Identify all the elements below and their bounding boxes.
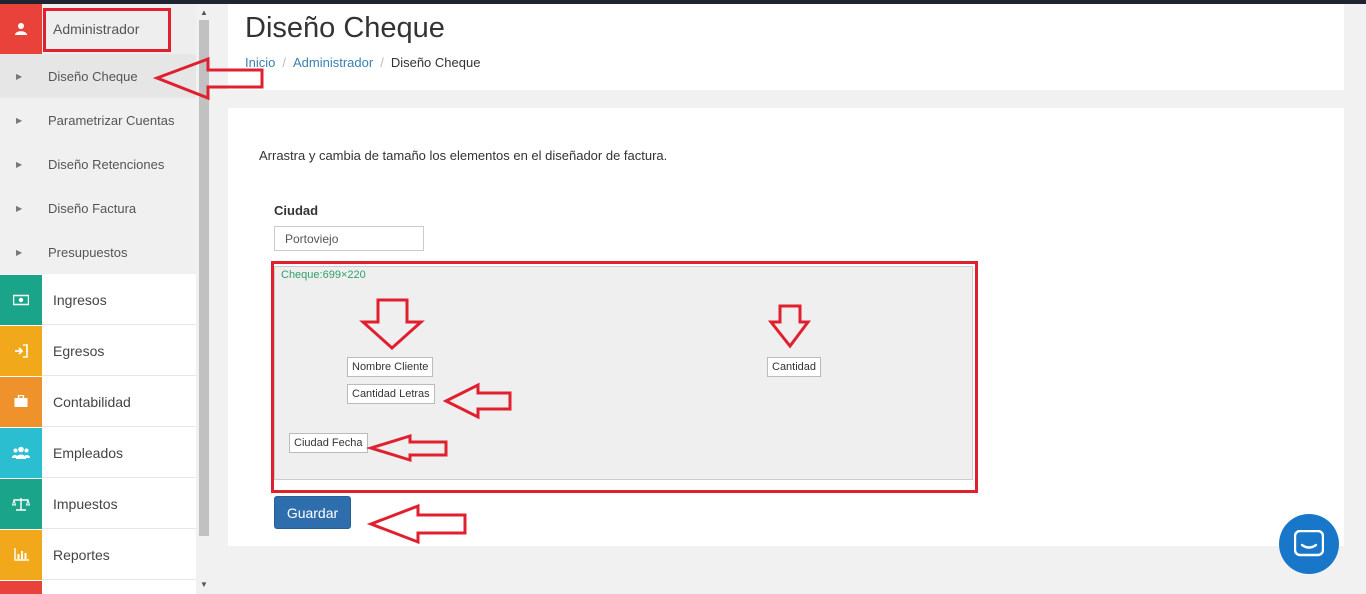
breadcrumb-separator: / — [282, 55, 286, 70]
annotation-box-designer — [271, 261, 978, 493]
briefcase-icon — [0, 376, 42, 427]
breadcrumb: Inicio / Administrador / Diseño Cheque — [245, 55, 480, 70]
sidebar-subitem-diseno-retenciones[interactable]: ▶ Diseño Retenciones — [0, 142, 196, 186]
save-button[interactable]: Guardar — [274, 496, 351, 529]
money-icon — [0, 274, 42, 325]
scroll-up-icon[interactable]: ▲ — [198, 8, 210, 18]
chat-launcher-button[interactable] — [1279, 514, 1339, 574]
ciudad-input[interactable] — [274, 226, 424, 251]
user-icon — [0, 4, 42, 54]
sidebar-item-label: Contabilidad — [53, 393, 131, 410]
sidebar-item-partial[interactable] — [0, 581, 196, 594]
sidebar-subitem-label: Diseño Cheque — [48, 68, 138, 84]
page-header: Diseño Cheque Inicio / Administrador / D… — [228, 4, 1344, 90]
sidebar-item-label: Impuestos — [53, 495, 118, 512]
sidebar-subitem-label: Parametrizar Cuentas — [48, 112, 175, 128]
sidebar-subitem-diseno-cheque[interactable]: ▶ Diseño Cheque — [0, 54, 196, 98]
sidebar-subitem-label: Presupuestos — [48, 244, 128, 260]
breadcrumb-link-administrador[interactable]: Administrador — [293, 55, 373, 70]
balance-scale-icon — [0, 478, 42, 529]
sidebar-item-label: Reportes — [53, 546, 110, 563]
sidebar-item-label: Empleados — [53, 444, 124, 461]
sidebar-item-impuestos[interactable]: Impuestos — [0, 478, 196, 529]
sign-in-icon — [0, 325, 42, 376]
ciudad-label: Ciudad — [274, 203, 319, 218]
annotation-box-administrador — [43, 8, 171, 52]
caret-right-icon: ▶ — [16, 115, 23, 125]
sidebar-item-label: Ingresos — [53, 291, 107, 308]
breadcrumb-current: Diseño Cheque — [390, 55, 481, 70]
breadcrumb-separator: / — [380, 55, 384, 70]
sidebar-item-egresos[interactable]: Egresos — [0, 325, 196, 376]
users-icon — [0, 427, 42, 478]
bar-chart-icon — [0, 529, 42, 580]
sidebar-item-label: Egresos — [53, 342, 105, 359]
caret-right-icon: ▶ — [16, 71, 23, 81]
sidebar-item-empleados[interactable]: Empleados — [0, 427, 196, 478]
page-title: Diseño Cheque — [245, 12, 445, 44]
sidebar-subitem-presupuestos[interactable]: ▶ Presupuestos — [0, 230, 196, 274]
sidebar-item-contabilidad[interactable]: Contabilidad — [0, 376, 196, 427]
scroll-down-icon[interactable]: ▼ — [198, 580, 210, 590]
sidebar-item-ingresos[interactable]: Ingresos — [0, 274, 196, 325]
caret-right-icon: ▶ — [16, 247, 23, 257]
sidebar: Administrador ▶ Diseño Cheque ▶ Parametr… — [0, 4, 211, 594]
sidebar-scrollbar-thumb[interactable] — [199, 20, 209, 536]
sidebar-subitem-diseno-factura[interactable]: ▶ Diseño Factura — [0, 186, 196, 230]
sidebar-item-reportes[interactable]: Reportes — [0, 529, 196, 580]
instructions-text: Arrastra y cambia de tamaño los elemento… — [259, 148, 668, 163]
sidebar-subitem-label: Diseño Factura — [48, 200, 137, 216]
module-icon — [0, 581, 42, 594]
sidebar-subitem-label: Diseño Retenciones — [48, 156, 165, 172]
caret-right-icon: ▶ — [16, 159, 23, 169]
sidebar-subitem-parametrizar-cuentas[interactable]: ▶ Parametrizar Cuentas — [0, 98, 196, 142]
breadcrumb-link-inicio[interactable]: Inicio — [245, 55, 275, 70]
caret-right-icon: ▶ — [16, 203, 23, 213]
chat-icon — [1294, 530, 1324, 557]
